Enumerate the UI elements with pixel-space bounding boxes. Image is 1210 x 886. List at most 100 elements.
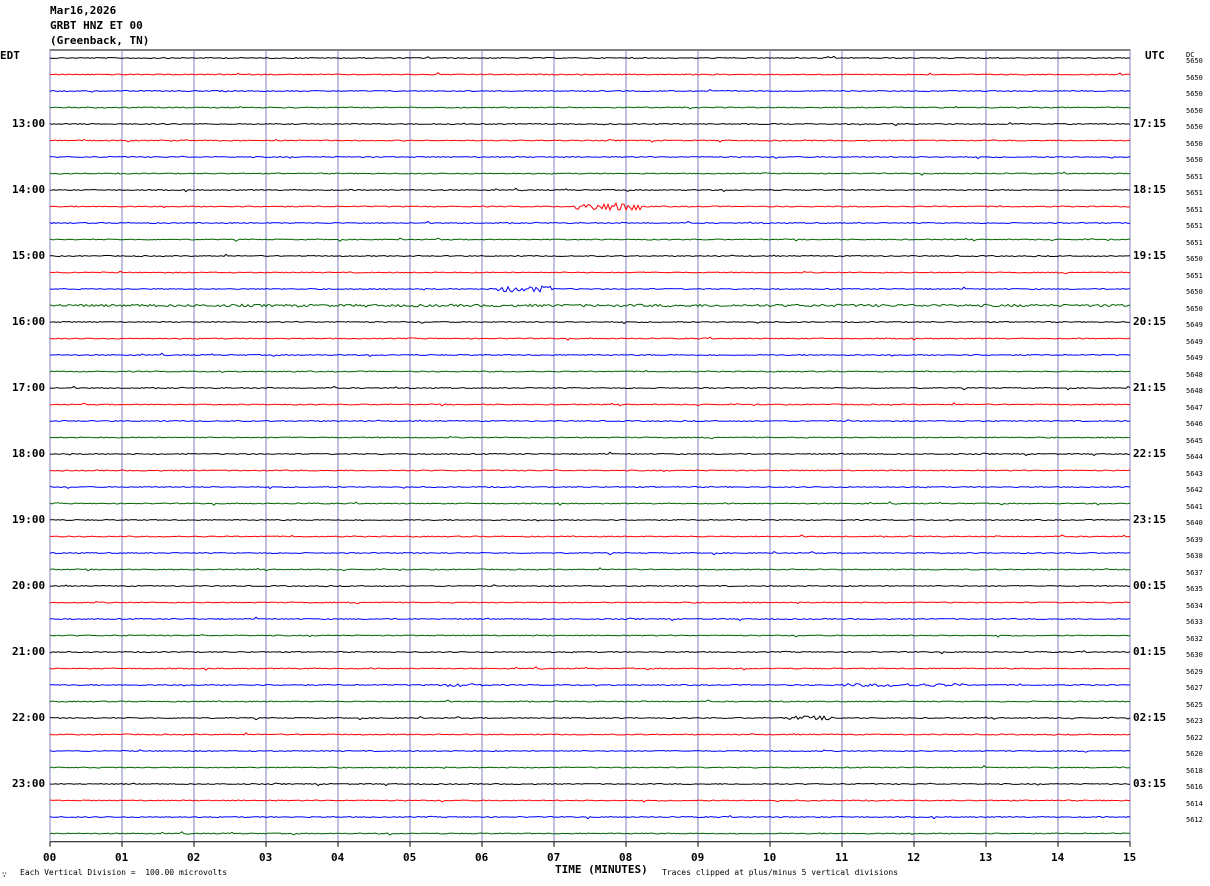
- right-time-label: 23:15: [1133, 513, 1167, 526]
- dc-value: 5616: [1186, 783, 1203, 791]
- left-time-label: 23:00: [12, 777, 46, 790]
- dc-value: 5642: [1186, 486, 1203, 494]
- seismic-trace-black: [49, 187, 1131, 193]
- x-tick-label: 03: [259, 851, 273, 864]
- dc-value: 5620: [1186, 750, 1203, 758]
- x-tick-label: 06: [475, 851, 489, 864]
- right-time-label: 20:15: [1133, 315, 1167, 328]
- dc-value: 5622: [1186, 733, 1203, 742]
- dc-value: 5623: [1186, 717, 1203, 725]
- seismic-trace-green: [49, 303, 1131, 308]
- seismic-trace-red: [49, 799, 1130, 803]
- seismic-trace-red: [49, 534, 1131, 538]
- seismic-trace-blue: [49, 814, 1131, 820]
- x-tick-label: 00: [43, 851, 57, 864]
- dc-value: 5650: [1186, 288, 1203, 296]
- dc-value: 5618: [1186, 766, 1203, 775]
- left-time-label: 18:00: [12, 447, 46, 460]
- dc-value: 5627: [1186, 684, 1203, 692]
- seismic-trace-green: [49, 634, 1131, 638]
- clip-note: Traces clipped at plus/minus 5 vertical …: [662, 868, 899, 877]
- seismic-trace-black: [49, 584, 1131, 588]
- dc-value: 5651: [1186, 172, 1203, 181]
- left-time-label: 15:00: [12, 249, 46, 262]
- seismic-trace-black: [49, 55, 1131, 60]
- dc-value: 5650: [1186, 57, 1203, 65]
- seismic-trace-black: [49, 649, 1131, 655]
- seismic-trace-red: [49, 402, 1130, 407]
- dc-value: 5614: [1186, 799, 1203, 808]
- seismic-trace-blue: [49, 616, 1131, 622]
- left-time-label: 21:00: [12, 645, 46, 658]
- left-time-label: 17:00: [12, 381, 46, 394]
- dc-value: 5651: [1186, 238, 1203, 247]
- seismic-trace-green: [49, 831, 1131, 836]
- seismic-trace-blue: [49, 551, 1131, 556]
- seismic-trace-red: [49, 336, 1131, 341]
- dc-value: 5643: [1186, 469, 1203, 478]
- dc-value: 5644: [1186, 453, 1203, 461]
- dc-value: 5633: [1186, 618, 1203, 626]
- x-tick-label: 15: [1123, 851, 1137, 864]
- left-time-label: 16:00: [12, 315, 46, 328]
- x-tick-label: 12: [907, 851, 921, 864]
- dc-value: 5650: [1186, 255, 1203, 263]
- x-tick-label: 02: [187, 851, 201, 864]
- dc-value: 5639: [1186, 535, 1203, 544]
- dc-value: 5649: [1186, 354, 1203, 362]
- seismic-trace-black: [49, 121, 1131, 127]
- x-tick-label: 11: [835, 851, 849, 864]
- dc-value: 5650: [1186, 139, 1203, 148]
- right-time-label: 00:15: [1133, 579, 1167, 592]
- seismogram-chart: [49, 49, 1131, 847]
- seismic-trace-green: [49, 501, 1131, 506]
- seismic-trace-blue: [49, 749, 1131, 753]
- left-time-label: 20:00: [12, 579, 46, 592]
- left-time-label: 13:00: [12, 117, 46, 130]
- seismic-trace-blue: [49, 285, 1131, 293]
- dc-value: 5612: [1186, 816, 1203, 824]
- dc-value: 5651: [1186, 271, 1203, 280]
- dc-value: 5651: [1186, 189, 1203, 197]
- right-time-label: 22:15: [1133, 447, 1167, 460]
- x-tick-label: 01: [115, 851, 129, 864]
- left-time-label: 22:00: [12, 711, 46, 724]
- right-time-label: 02:15: [1133, 711, 1167, 724]
- dc-value: 5649: [1186, 337, 1203, 346]
- seismic-trace-red: [49, 138, 1131, 143]
- right-time-label: 18:15: [1133, 183, 1167, 196]
- seismic-trace-blue: [49, 220, 1131, 225]
- left-time-label: 14:00: [12, 183, 46, 196]
- seismic-trace-green: [49, 369, 1131, 374]
- dc-value: 5646: [1186, 420, 1203, 428]
- seismic-trace-red: [49, 732, 1131, 736]
- dc-value: 5650: [1186, 123, 1203, 131]
- dc-value: 5650: [1186, 156, 1203, 164]
- seismic-trace-green: [49, 699, 1131, 703]
- seismic-trace-red: [50, 601, 1131, 605]
- x-tick-label: 13: [979, 851, 993, 864]
- seismic-trace-green: [49, 237, 1131, 242]
- seismic-trace-black: [49, 451, 1131, 457]
- dc-value: 5648: [1186, 370, 1203, 379]
- dc-value: 5649: [1186, 321, 1203, 329]
- x-tick-label: 05: [403, 851, 417, 864]
- right-time-label: 21:15: [1133, 381, 1167, 394]
- x-tick-label: 14: [1051, 851, 1065, 864]
- right-time-label: 03:15: [1133, 777, 1167, 790]
- seismic-trace-green: [49, 105, 1131, 110]
- dc-value: 5641: [1186, 502, 1203, 511]
- x-axis-title: TIME (MINUTES): [555, 863, 648, 876]
- dc-value: 5635: [1186, 585, 1203, 593]
- seismic-trace-green: [49, 567, 1131, 572]
- seismic-trace-red: [50, 72, 1130, 76]
- dc-value: 5637: [1186, 568, 1203, 577]
- left-time-label: 19:00: [12, 513, 46, 526]
- seismic-trace-blue: [49, 485, 1131, 490]
- dc-value: 5632: [1186, 634, 1203, 643]
- seismic-trace-blue: [49, 89, 1131, 93]
- seismic-trace-black: [49, 385, 1131, 391]
- seismic-trace-blue: [49, 155, 1131, 160]
- dc-value: 5651: [1186, 205, 1203, 214]
- dc-value: 5648: [1186, 387, 1203, 395]
